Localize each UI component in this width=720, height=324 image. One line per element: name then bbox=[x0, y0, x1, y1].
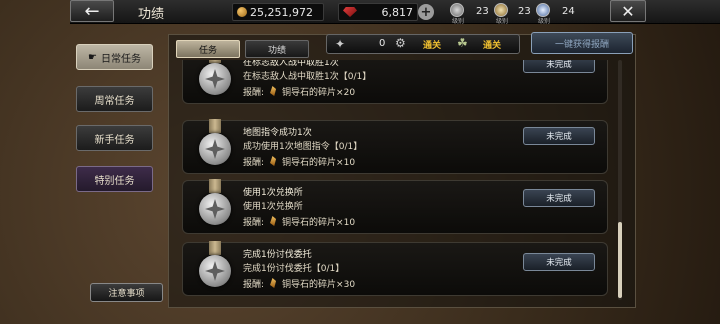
reward-value: 铜导石的碎片×20 bbox=[282, 88, 356, 98]
rank-value-1: 23 bbox=[476, 6, 489, 17]
silver-rank-icon bbox=[494, 3, 508, 17]
task-title: 完成1份讨伐委托 bbox=[243, 250, 312, 260]
reward-value: 铜导石的碎片×10 bbox=[282, 218, 356, 228]
task-title: 在标志敌人战中取胜1次 bbox=[243, 60, 339, 68]
nav-beginner-tasks[interactable]: 新手任务 bbox=[76, 125, 153, 151]
task-description: 成功使用1次地图指令【0/1】 bbox=[243, 142, 363, 152]
coin-value: 25,251,972 bbox=[250, 5, 313, 19]
rank-label-1: 级别 bbox=[452, 18, 465, 25]
tab-tasks[interactable]: 任务 bbox=[176, 40, 240, 58]
reward-value: 铜导石的碎片×30 bbox=[282, 280, 356, 290]
scrollbar-thumb[interactable] bbox=[618, 222, 622, 298]
rank-label-2: 级别 bbox=[496, 18, 509, 25]
add-gems-icon[interactable]: + bbox=[418, 4, 434, 20]
summary-count: 0 bbox=[379, 38, 386, 49]
task-reward: 报酬: 铜导石的碎片×10 bbox=[243, 155, 355, 168]
nav-daily-tasks[interactable]: ☛ 日常任务 bbox=[76, 44, 153, 70]
gem-value: 6,817 bbox=[381, 5, 414, 19]
status-button[interactable]: 未完成 bbox=[523, 127, 595, 145]
notes-button[interactable]: 注意事项 bbox=[90, 283, 163, 302]
nav-weekly-tasks[interactable]: 周常任务 bbox=[76, 86, 153, 112]
pointing-hand-icon: ☛ bbox=[88, 51, 97, 63]
reward-label: 报酬: bbox=[243, 158, 265, 168]
close-button[interactable]: ✕ bbox=[610, 0, 646, 22]
task-description: 在标志敌人战中取胜1次【0/1】 bbox=[243, 72, 372, 82]
task-card: 地图指令成功1次 成功使用1次地图指令【0/1】 报酬: 铜导石的碎片×10 未完… bbox=[182, 119, 608, 177]
medal-icon bbox=[197, 241, 233, 299]
medal-icon bbox=[197, 60, 233, 107]
page-title: 功绩 bbox=[138, 7, 165, 22]
clear-label-2: 通关 bbox=[483, 41, 502, 51]
rank-label-3: 级别 bbox=[538, 18, 551, 25]
status-button[interactable]: 未完成 bbox=[523, 60, 595, 73]
task-title: 地图指令成功1次 bbox=[243, 128, 312, 138]
shard-icon bbox=[270, 86, 277, 96]
status-button[interactable]: 未完成 bbox=[523, 253, 595, 271]
medal-icon bbox=[197, 179, 233, 237]
coin-icon bbox=[237, 7, 247, 17]
clear-summary: ✦ 0 ⚙ 通关 ☘ 通关 bbox=[326, 34, 520, 54]
task-reward: 报酬: 铜导石的碎片×30 bbox=[243, 277, 355, 290]
rank-value-2: 23 bbox=[518, 6, 531, 17]
status-button[interactable]: 未完成 bbox=[523, 189, 595, 207]
left-arrow-icon: ← bbox=[84, 0, 100, 22]
clear-label-1: 通关 bbox=[423, 41, 442, 51]
task-description: 使用1次兑换所 bbox=[243, 202, 303, 212]
coin-counter: 25,251,972 bbox=[232, 3, 324, 21]
close-icon: ✕ bbox=[621, 1, 635, 21]
task-list: 在标志敌人战中取胜1次 在标志敌人战中取胜1次【0/1】 报酬: 铜导石的碎片×2… bbox=[172, 60, 618, 306]
reward-label: 报酬: bbox=[243, 280, 265, 290]
tab-achievements[interactable]: 功绩 bbox=[245, 40, 309, 58]
task-card: 在标志敌人战中取胜1次 在标志敌人战中取胜1次【0/1】 报酬: 铜导石的碎片×2… bbox=[182, 60, 608, 104]
back-button[interactable]: ← bbox=[70, 0, 114, 22]
gear-badge-icon: ⚙ bbox=[395, 36, 406, 50]
task-card: 使用1次兑换所 使用1次兑换所 报酬: 铜导石的碎片×10 未完成 bbox=[182, 179, 608, 237]
shard-icon bbox=[270, 278, 277, 288]
compass-icon: ✦ bbox=[335, 37, 346, 51]
shard-icon bbox=[270, 216, 277, 226]
clover-icon: ☘ bbox=[457, 36, 468, 50]
reward-label: 报酬: bbox=[243, 218, 265, 228]
gem-counter: 6,817 bbox=[338, 3, 418, 21]
task-reward: 报酬: 铜导石的碎片×20 bbox=[243, 85, 355, 98]
task-description: 完成1份讨伐委托【0/1】 bbox=[243, 264, 345, 274]
gem-icon bbox=[343, 7, 357, 17]
bronze-rank-icon bbox=[450, 3, 464, 17]
task-reward: 报酬: 铜导石的碎片×10 bbox=[243, 215, 355, 228]
reward-value: 铜导石的碎片×10 bbox=[282, 158, 356, 168]
nav-weekly-label: 周常任务 bbox=[94, 95, 135, 107]
nav-beginner-label: 新手任务 bbox=[94, 134, 135, 146]
task-title: 使用1次兑换所 bbox=[243, 188, 303, 198]
claim-all-rewards-button[interactable]: 一键获得报酬 bbox=[531, 32, 633, 54]
shard-icon bbox=[270, 156, 277, 166]
task-card: 完成1份讨伐委托 完成1份讨伐委托【0/1】 报酬: 铜导石的碎片×30 未完成 bbox=[182, 241, 608, 299]
nav-daily-label: 日常任务 bbox=[100, 53, 141, 65]
nav-special-tasks[interactable]: 特别任务 bbox=[76, 166, 153, 192]
rank-value-3: 24 bbox=[562, 6, 575, 17]
gold-rank-icon bbox=[536, 3, 550, 17]
reward-label: 报酬: bbox=[243, 88, 265, 98]
nav-special-label: 特别任务 bbox=[94, 175, 135, 187]
medal-icon bbox=[197, 119, 233, 177]
